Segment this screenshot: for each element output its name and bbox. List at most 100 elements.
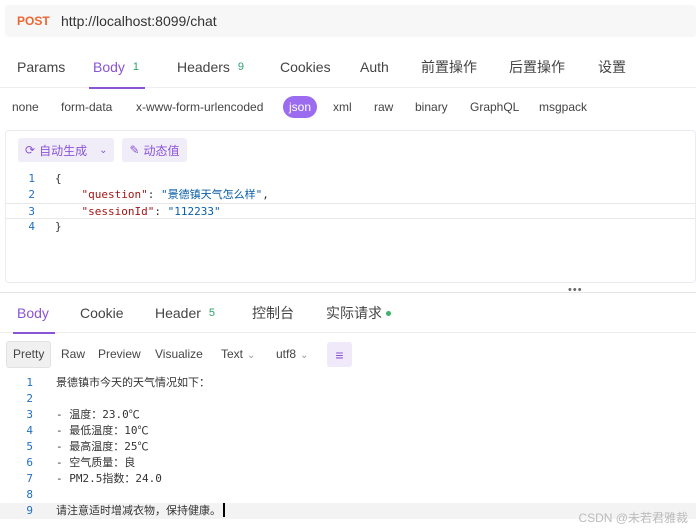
encoding-select-value: utf8 bbox=[276, 347, 297, 361]
body-type-msgpack[interactable]: msgpack bbox=[539, 96, 587, 118]
refresh-icon: ⟳ bbox=[25, 143, 36, 157]
response-text: 景德镇市今天的天气情况如下： bbox=[56, 376, 210, 389]
response-text: - 温度：23.0℃ bbox=[56, 408, 140, 421]
view-visualize[interactable]: Visualize bbox=[155, 341, 203, 368]
tab-cookies[interactable]: Cookies bbox=[280, 46, 331, 88]
word-wrap-icon[interactable]: ≡ bbox=[327, 342, 352, 367]
tab-badge: 1 bbox=[132, 60, 140, 73]
line-number: 5 bbox=[26, 440, 33, 453]
chevron-down-icon: ⌄ bbox=[300, 350, 309, 361]
code-text: { bbox=[55, 172, 62, 185]
response-text: - 空气质量：良 bbox=[56, 456, 136, 469]
http-method[interactable]: POST bbox=[17, 14, 61, 28]
line-number: 1 bbox=[26, 376, 33, 389]
body-type-none[interactable]: none bbox=[12, 96, 39, 118]
tab-label: 设置 bbox=[598, 58, 626, 75]
tab-label: Header bbox=[155, 305, 201, 321]
magic-wand-icon: ✎ bbox=[129, 143, 140, 157]
tab-label: Auth bbox=[360, 58, 389, 75]
line-number: 8 bbox=[26, 488, 33, 501]
tab-label: Body bbox=[17, 305, 49, 321]
tab-label: Cookies bbox=[280, 58, 331, 75]
code-area[interactable]: 1 { 2 "question": "景德镇天气怎么样", 3 "session… bbox=[6, 171, 695, 235]
body-type-xml[interactable]: xml bbox=[333, 96, 352, 118]
dynamic-value-label: 动态值 bbox=[143, 143, 180, 158]
response-tabs: Body Cookie Header 5 控制台 实际请求 bbox=[0, 294, 696, 334]
format-select[interactable]: Text ⌄ bbox=[221, 341, 255, 368]
body-type-urlencoded[interactable]: x-www-form-urlencoded bbox=[136, 96, 263, 118]
code-line: 4 } bbox=[6, 219, 695, 235]
watermark: CSDN @未若君雅裁 bbox=[578, 511, 688, 525]
response-line: 4 - 最低温度：10℃ bbox=[0, 423, 696, 439]
response-text: - 最低温度：10℃ bbox=[56, 424, 149, 437]
view-pretty[interactable]: Pretty bbox=[6, 341, 52, 368]
text-cursor bbox=[223, 503, 225, 517]
tab-post-operations[interactable]: 后置操作 bbox=[509, 46, 565, 88]
dynamic-value-button[interactable]: ✎ 动态值 bbox=[122, 138, 187, 162]
response-line: 8 bbox=[0, 487, 696, 503]
line-number: 4 bbox=[26, 424, 33, 437]
tab-label: 后置操作 bbox=[509, 58, 565, 75]
line-number: 2 bbox=[26, 392, 33, 405]
format-select-value: Text bbox=[221, 347, 244, 361]
line-number: 3 bbox=[28, 205, 35, 218]
view-preview[interactable]: Preview bbox=[98, 341, 141, 368]
tab-console[interactable]: 控制台 bbox=[252, 294, 294, 333]
line-number: 4 bbox=[28, 220, 35, 233]
chevron-down-icon: ⌄ bbox=[247, 350, 256, 361]
tab-response-cookie[interactable]: Cookie bbox=[80, 294, 124, 333]
tab-badge: 9 bbox=[237, 60, 245, 73]
json-key: "question" bbox=[81, 188, 148, 201]
body-type-graphql[interactable]: GraphQL bbox=[470, 96, 519, 118]
line-number: 2 bbox=[28, 188, 35, 201]
request-tabs: Params Body 1 Headers 9 Cookies Auth 前置操作 … bbox=[0, 46, 696, 89]
code-line-active: 3 "sessionId": "112233" bbox=[6, 203, 695, 219]
code-text: "question": "景德镇天气怎么样", bbox=[81, 188, 269, 201]
response-line: 6 - 空气质量：良 bbox=[0, 455, 696, 471]
response-body[interactable]: 1 景德镇市今天的天气情况如下： 2 3 - 温度：23.0℃ 4 - 最低温度：10… bbox=[0, 375, 696, 519]
body-type-binary[interactable]: binary bbox=[415, 96, 448, 118]
tab-params[interactable]: Params bbox=[17, 46, 65, 88]
encoding-select[interactable]: utf8 ⌄ bbox=[276, 341, 308, 368]
tab-label: Params bbox=[17, 58, 66, 75]
tab-response-header[interactable]: Header 5 bbox=[155, 294, 215, 333]
url-input[interactable]: http://localhost:8099/chat bbox=[61, 13, 217, 29]
code-line: 1 { bbox=[6, 171, 695, 187]
auto-generate-label: 自动生成 bbox=[39, 143, 88, 158]
body-type-json[interactable]: json bbox=[283, 96, 318, 118]
tab-headers[interactable]: Headers 9 bbox=[177, 46, 244, 88]
body-type-form-data[interactable]: form-data bbox=[61, 96, 112, 118]
tab-label: Body bbox=[93, 58, 125, 75]
line-number: 9 bbox=[26, 504, 33, 517]
tab-badge: 5 bbox=[208, 307, 216, 319]
line-number: 6 bbox=[26, 456, 33, 469]
response-line: 7 - PM2.5指数：24.0 bbox=[0, 471, 696, 487]
body-type-raw[interactable]: raw bbox=[374, 96, 393, 118]
tab-pre-operations[interactable]: 前置操作 bbox=[421, 46, 477, 88]
request-body-editor[interactable]: ⟳ 自动生成 ⌄ ✎ 动态值 1 { 2 "question": "景德镇天气怎… bbox=[5, 130, 696, 283]
response-text: 请注意适时增减衣物，保持健康。 bbox=[56, 504, 221, 517]
response-text: - PM2.5指数：24.0 bbox=[56, 472, 162, 485]
url-bar[interactable]: POST http://localhost:8099/chat bbox=[5, 5, 696, 37]
line-number: 7 bbox=[26, 472, 33, 485]
response-view-toolbar: Pretty Raw Preview Visualize Text ⌄ utf8 ⌄… bbox=[0, 341, 696, 368]
response-line: 3 - 温度：23.0℃ bbox=[0, 407, 696, 423]
body-type-selector: none form-data x-www-form-urlencoded jso… bbox=[0, 96, 696, 120]
line-number: 3 bbox=[26, 408, 33, 421]
response-line: 1 景德镇市今天的天气情况如下： bbox=[0, 375, 696, 391]
view-raw[interactable]: Raw bbox=[61, 341, 85, 368]
response-text: - 最高温度：25℃ bbox=[56, 440, 149, 453]
status-dot bbox=[386, 310, 391, 316]
tab-auth[interactable]: Auth bbox=[360, 46, 389, 88]
chevron-down-icon[interactable]: ⌄ bbox=[91, 145, 107, 156]
tab-response-body[interactable]: Body bbox=[13, 294, 55, 334]
json-comma: , bbox=[262, 188, 269, 201]
tab-label: Headers bbox=[177, 58, 230, 75]
tab-settings[interactable]: 设置 bbox=[598, 46, 626, 88]
response-line: 5 - 最高温度：25℃ bbox=[0, 439, 696, 455]
tab-actual-request[interactable]: 实际请求 bbox=[326, 294, 391, 333]
code-text: "sessionId": "112233" bbox=[81, 205, 221, 218]
response-text-container: 请注意适时增减衣物，保持健康。 bbox=[56, 503, 225, 519]
auto-generate-button[interactable]: ⟳ 自动生成 ⌄ bbox=[18, 138, 115, 162]
tab-body[interactable]: Body 1 bbox=[88, 46, 146, 89]
